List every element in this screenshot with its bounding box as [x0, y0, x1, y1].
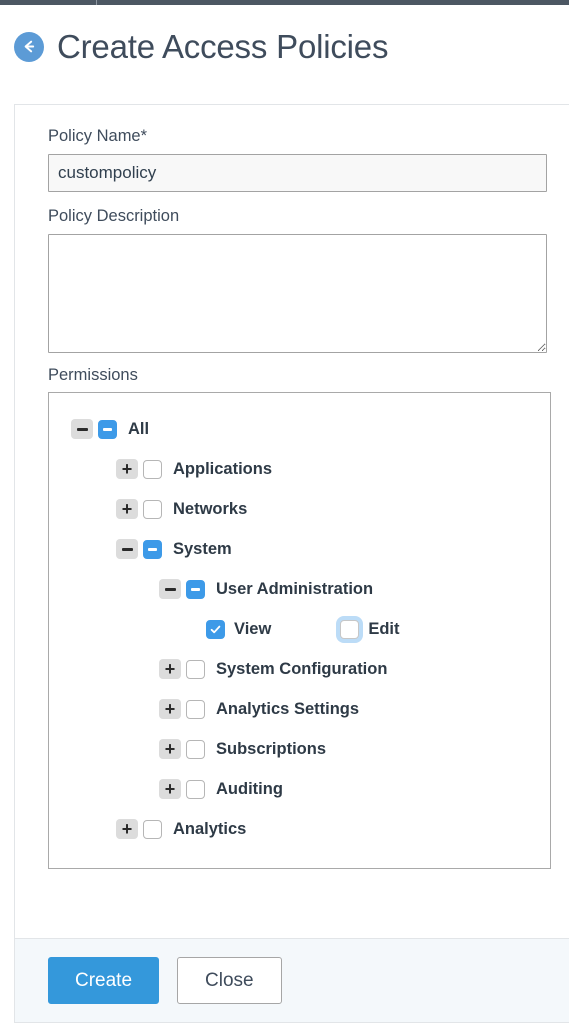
tree-item-label: Applications: [173, 459, 273, 478]
checkbox-unchecked[interactable]: [186, 699, 205, 719]
tree-row[interactable]: View Edit: [49, 609, 550, 649]
tree-item-label: System: [173, 539, 232, 558]
page-header: Create Access Policies: [14, 30, 388, 63]
expand-plus-icon[interactable]: [116, 819, 138, 840]
top-system-bar: [0, 0, 569, 5]
expand-plus-icon[interactable]: [159, 699, 181, 720]
policy-name-label: Policy Name*: [48, 127, 148, 145]
policy-description-textarea[interactable]: [48, 233, 547, 353]
checkbox-unchecked[interactable]: [143, 819, 162, 839]
tree-item-label: System Configuration: [216, 659, 388, 678]
create-policy-card: Policy Name* Policy Description Permissi…: [14, 104, 569, 1023]
checkbox-unchecked-edit[interactable]: [340, 619, 360, 639]
tree-row[interactable]: System: [49, 529, 550, 569]
collapse-minus-icon[interactable]: [159, 579, 181, 600]
tree-item-label: Auditing: [216, 779, 283, 798]
collapse-minus-icon[interactable]: [71, 419, 93, 440]
tree-row[interactable]: Auditing: [49, 769, 550, 809]
expand-plus-icon[interactable]: [116, 499, 138, 520]
card-footer: Create Close: [15, 938, 569, 1022]
checkbox-unchecked[interactable]: [186, 739, 205, 759]
tree-row[interactable]: Analytics: [49, 809, 550, 849]
arrow-left-circle-icon[interactable]: [14, 31, 44, 62]
checkbox-indeterminate[interactable]: [98, 419, 117, 439]
tree-item-label: Analytics: [173, 819, 247, 838]
checkbox-unchecked[interactable]: [186, 779, 205, 799]
checkbox-checked-view[interactable]: [206, 619, 225, 639]
permissions-label: Permissions: [48, 365, 138, 384]
tree-row[interactable]: Analytics Settings: [49, 689, 550, 729]
permissions-tree: All Applications Networks System: [48, 392, 551, 870]
top-bar-divider: [96, 0, 97, 5]
tree-row[interactable]: Subscriptions: [49, 729, 550, 769]
checkbox-unchecked[interactable]: [143, 459, 162, 479]
collapse-minus-icon[interactable]: [116, 539, 138, 560]
tree-item-label: All: [128, 419, 150, 438]
create-button[interactable]: Create: [48, 957, 160, 1004]
checkbox-unchecked[interactable]: [186, 659, 205, 679]
checkbox-indeterminate[interactable]: [186, 579, 205, 599]
expand-plus-icon[interactable]: [159, 659, 181, 680]
tree-row[interactable]: All: [49, 409, 550, 449]
policy-description-label: Policy Description: [48, 206, 180, 225]
checkbox-unchecked[interactable]: [143, 499, 162, 519]
tree-row[interactable]: System Configuration: [49, 649, 550, 689]
tree-row[interactable]: Networks: [49, 489, 550, 529]
card-body: Policy Name* Policy Description Permissi…: [15, 105, 569, 870]
tree-item-label: User Administration: [216, 579, 374, 598]
expand-plus-icon[interactable]: [116, 459, 138, 480]
checkbox-indeterminate[interactable]: [143, 539, 162, 559]
expand-plus-icon[interactable]: [159, 739, 181, 760]
tree-item-label: Analytics Settings: [216, 699, 360, 718]
tree-row[interactable]: User Administration: [49, 569, 550, 609]
tree-row[interactable]: Applications: [49, 449, 550, 489]
tree-item-label: Edit: [368, 619, 400, 638]
tree-item-label: Networks: [173, 499, 248, 518]
policy-name-input[interactable]: [48, 153, 547, 192]
expand-plus-icon[interactable]: [159, 779, 181, 800]
tree-item-label: Subscriptions: [216, 739, 327, 758]
close-button[interactable]: Close: [177, 957, 282, 1004]
page-title: Create Access Policies: [57, 28, 389, 65]
tree-item-label: View: [234, 619, 272, 638]
